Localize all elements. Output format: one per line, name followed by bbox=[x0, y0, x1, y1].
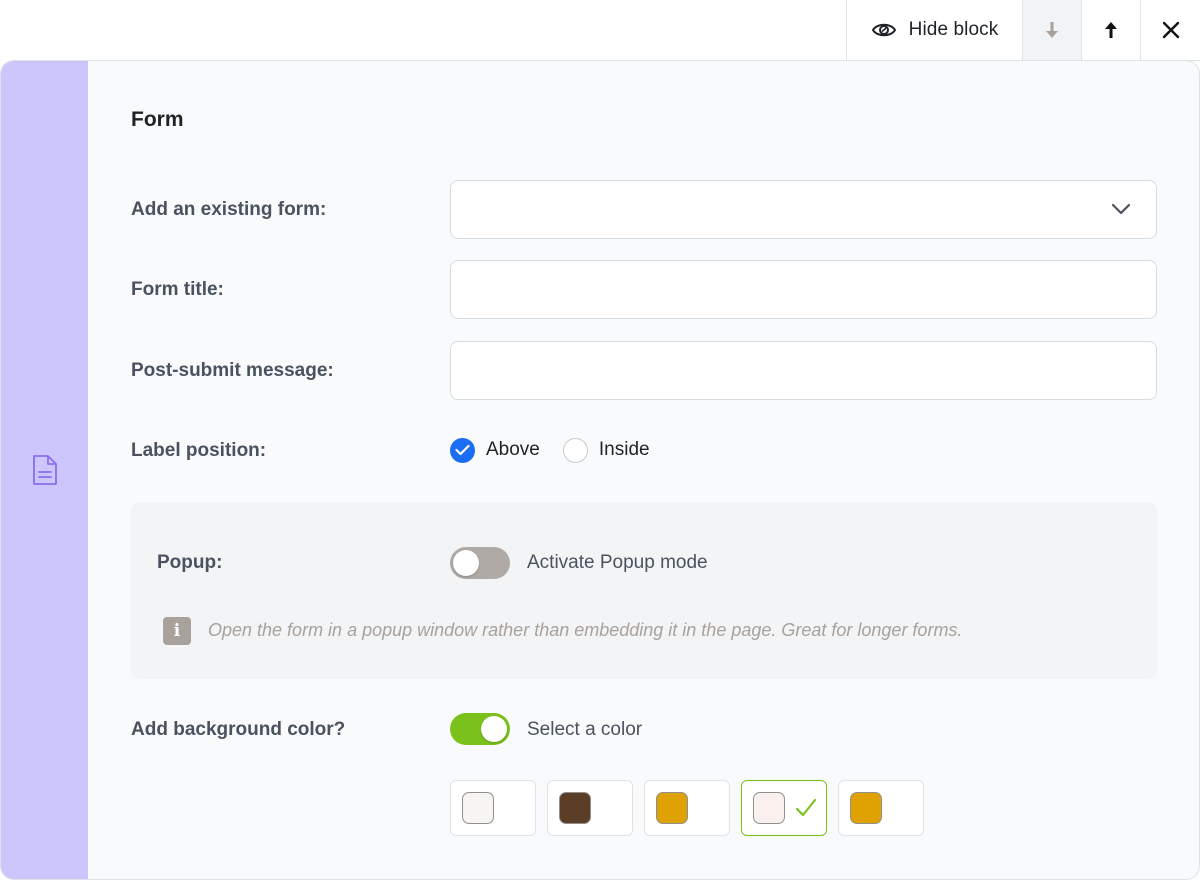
swatch-chip bbox=[850, 792, 882, 824]
info-icon: i bbox=[163, 617, 191, 645]
popup-toggle-label: Activate Popup mode bbox=[527, 552, 708, 573]
label-position-radio-group: Above Inside bbox=[450, 437, 673, 463]
form-title-input[interactable] bbox=[451, 261, 1156, 318]
popup-info-text: Open the form in a popup window rather t… bbox=[208, 620, 963, 640]
document-icon bbox=[33, 455, 57, 485]
close-button[interactable] bbox=[1141, 0, 1200, 60]
move-up-button[interactable] bbox=[1082, 0, 1141, 60]
arrow-up-icon bbox=[1105, 22, 1117, 38]
form-block: Form Add an existing form: Form title: P… bbox=[0, 60, 1200, 880]
label-position-label: Label position: bbox=[131, 440, 267, 461]
form-title-field bbox=[450, 260, 1157, 319]
swatch-chip bbox=[559, 792, 591, 824]
block-title: Form bbox=[131, 108, 184, 131]
post-submit-field bbox=[450, 341, 1157, 400]
swatch-chip bbox=[656, 792, 688, 824]
existing-form-label: Add an existing form: bbox=[131, 199, 327, 220]
close-icon bbox=[1162, 21, 1179, 39]
post-submit-label: Post-submit message: bbox=[131, 360, 334, 381]
move-down-button[interactable] bbox=[1023, 0, 1082, 60]
radio-inside[interactable]: Inside bbox=[562, 437, 650, 463]
arrow-down-icon bbox=[1046, 22, 1058, 38]
color-swatch[interactable] bbox=[547, 780, 633, 836]
toggle-knob bbox=[481, 716, 507, 742]
color-swatch-selected[interactable] bbox=[741, 780, 827, 836]
swatch-chip bbox=[753, 792, 785, 824]
swatch-chip bbox=[462, 792, 494, 824]
existing-form-select[interactable] bbox=[450, 180, 1157, 239]
hide-block-button[interactable]: Hide block bbox=[847, 0, 1023, 60]
color-swatch[interactable] bbox=[838, 780, 924, 836]
popup-settings-panel: Popup: Activate Popup mode i Open the fo… bbox=[131, 502, 1157, 679]
color-swatch[interactable] bbox=[644, 780, 730, 836]
block-content: Form Add an existing form: Form title: P… bbox=[88, 61, 1199, 879]
radio-checked-icon bbox=[450, 437, 475, 463]
color-swatch[interactable] bbox=[450, 780, 536, 836]
block-sidebar bbox=[1, 61, 88, 879]
popup-toggle[interactable] bbox=[450, 547, 510, 579]
radio-unchecked-icon bbox=[562, 437, 588, 463]
color-swatches bbox=[450, 780, 924, 836]
toggle-knob bbox=[453, 550, 479, 576]
background-color-toggle[interactable] bbox=[450, 713, 510, 745]
radio-above-label: Above bbox=[486, 439, 540, 460]
background-color-label: Add background color? bbox=[131, 719, 346, 740]
chevron-down-icon bbox=[1111, 203, 1131, 215]
radio-inside-label: Inside bbox=[598, 439, 650, 460]
block-toolbar: Hide block bbox=[846, 0, 1200, 61]
eye-icon bbox=[871, 23, 896, 37]
checkmark-icon bbox=[795, 798, 817, 817]
form-title-label: Form title: bbox=[131, 279, 224, 300]
post-submit-input[interactable] bbox=[451, 342, 1156, 399]
background-toggle-label: Select a color bbox=[527, 719, 643, 740]
radio-above[interactable]: Above bbox=[450, 437, 540, 463]
hide-block-label: Hide block bbox=[908, 19, 999, 40]
popup-label: Popup: bbox=[157, 552, 223, 573]
